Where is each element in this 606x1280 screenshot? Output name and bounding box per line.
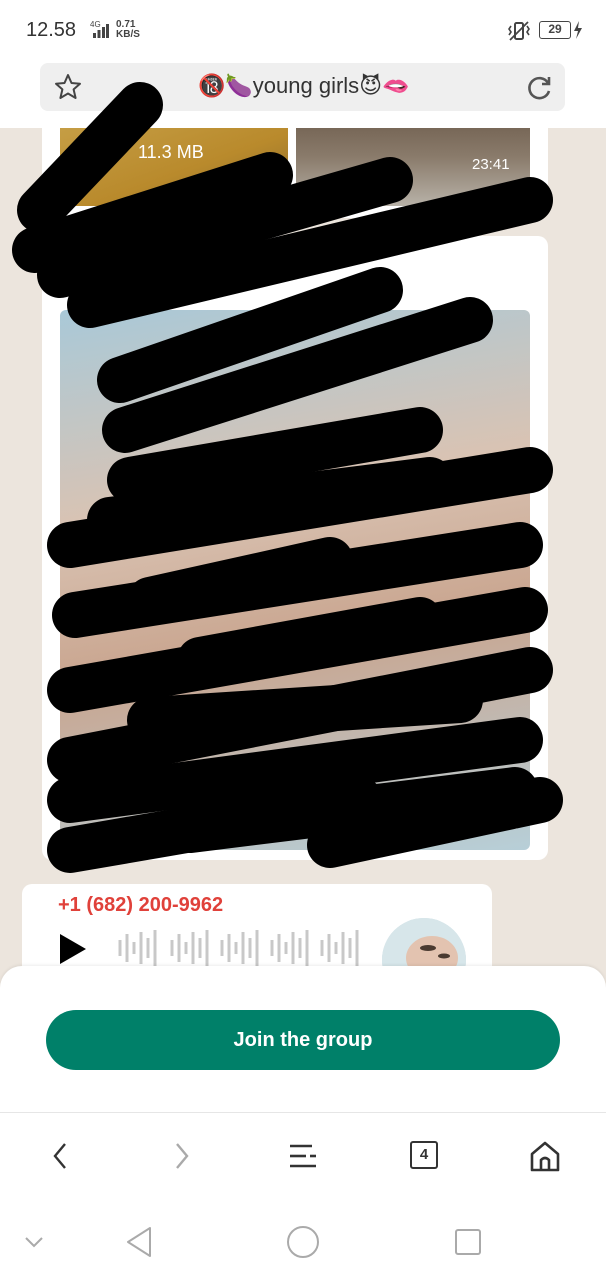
network-speed: 0.71 KB/S (116, 20, 140, 40)
url-bar[interactable]: 🔞🍆young girls😈🫦 (40, 63, 565, 111)
join-group-sheet: Join the group (0, 966, 606, 1112)
battery-indicator: 29 (539, 21, 571, 39)
browser-address-area: 🔞🍆young girls😈🫦 (0, 60, 606, 128)
vibrate-icon (508, 21, 530, 41)
page-title[interactable]: 🔞🍆young girls😈🫦 (198, 73, 410, 99)
image-message-top: 11.3 MB 23:41 (42, 128, 548, 218)
signal-icon (93, 24, 109, 38)
image-thumbnail[interactable]: 23:41 (60, 310, 530, 850)
media-size: 11.3 MB (138, 142, 204, 162)
browser-toolbar: 4 (0, 1112, 606, 1203)
image-message-group: 23:41 (42, 236, 548, 860)
image-thumbnail[interactable]: 23:41 (296, 128, 530, 206)
nav-recents-icon[interactable] (448, 1222, 488, 1262)
star-icon[interactable] (54, 73, 82, 101)
image-thumbnail[interactable]: 11.3 MB (60, 128, 288, 206)
join-group-button[interactable]: Join the group (46, 1010, 560, 1070)
tabs-icon[interactable]: 4 (410, 1141, 438, 1169)
nav-home-icon[interactable] (283, 1222, 323, 1262)
nav-back-icon[interactable] (120, 1222, 160, 1262)
forward-icon[interactable] (164, 1139, 198, 1173)
home-icon[interactable] (528, 1139, 562, 1173)
voice-sender-phone: +1 (682) 200-9962 (58, 894, 224, 916)
speed-unit: KB/S (116, 29, 140, 40)
status-time: 12.58 (26, 19, 77, 41)
system-navigation-bar (0, 1202, 606, 1280)
menu-icon[interactable] (286, 1139, 320, 1173)
refresh-icon[interactable] (525, 74, 553, 102)
status-bar: 12.58 4G 0.71 KB/S 29 (0, 0, 606, 60)
charging-icon (574, 21, 582, 39)
play-icon[interactable] (58, 932, 88, 966)
collapse-icon[interactable] (14, 1222, 54, 1262)
back-icon[interactable] (44, 1139, 78, 1173)
chat-area: 11.3 MB 23:41 23:41 (0, 128, 606, 988)
media-time: 23:41 (480, 816, 518, 833)
media-time: 23:41 (472, 156, 510, 173)
audio-waveform (118, 930, 359, 966)
